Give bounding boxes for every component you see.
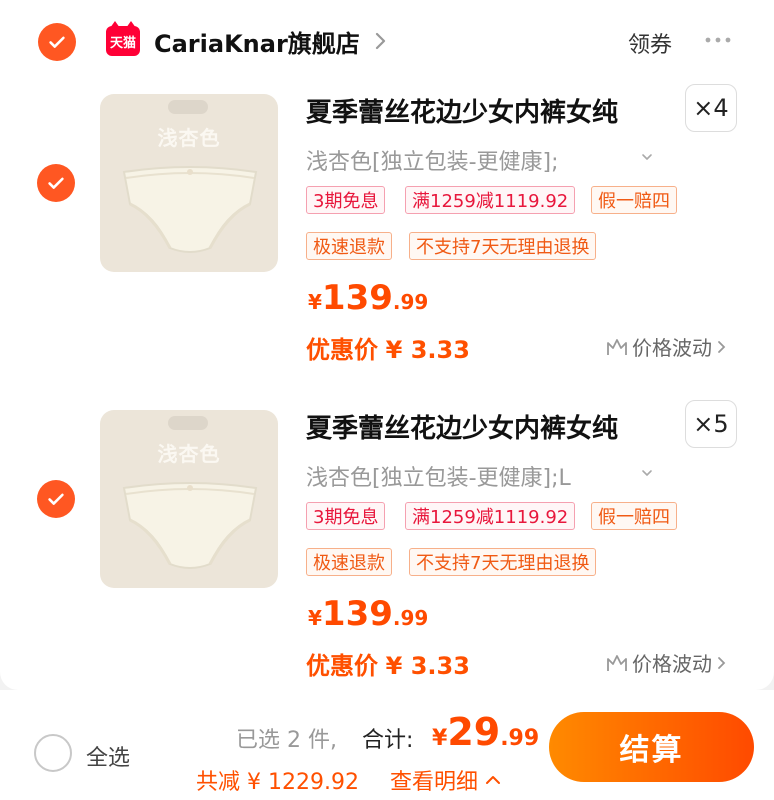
- tmall-logo: 天猫: [106, 21, 140, 56]
- product-image[interactable]: 浅杏色: [100, 410, 278, 588]
- price-trend-link[interactable]: 价格波动: [606, 332, 728, 361]
- view-details-link[interactable]: 查看明细: [390, 764, 502, 796]
- selected-count: 已选 2 件,: [236, 728, 337, 753]
- item-check-icon[interactable]: [37, 164, 75, 202]
- quantity-stepper[interactable]: ×4: [685, 84, 737, 132]
- price-trend-link[interactable]: 价格波动: [606, 648, 728, 677]
- checkout-bar: 全选 已选 2 件, 合计: ¥29.99 共减 ¥ 1229.92 查看明细 …: [0, 690, 774, 800]
- chevron-down-icon[interactable]: [640, 466, 654, 480]
- item-price: ¥139.99: [308, 594, 429, 634]
- thumb-color-label: 浅杏色: [157, 126, 221, 150]
- badge-fast-refund: 极速退款: [306, 548, 392, 576]
- product-image[interactable]: 浅杏色: [100, 94, 278, 272]
- underwear-illustration: [122, 482, 258, 569]
- total-discount: 共减 ¥ 1229.92: [196, 770, 359, 795]
- select-all-label[interactable]: 全选: [86, 740, 130, 772]
- product-title[interactable]: 夏季蕾丝花边少女内裤女纯: [306, 408, 666, 445]
- chevron-down-icon[interactable]: [640, 150, 654, 164]
- checkout-button[interactable]: 结算: [549, 712, 754, 782]
- chevron-right-icon: [718, 340, 726, 353]
- promo-price: 优惠价 ¥ 3.33: [306, 336, 470, 364]
- item-price: ¥139.99: [308, 278, 429, 318]
- total-label: 合计:: [362, 728, 414, 753]
- more-icon[interactable]: [705, 36, 731, 44]
- badge-discount: 满1259减1119.92: [405, 502, 576, 530]
- shop-chevron-icon[interactable]: [373, 30, 389, 52]
- item-check-icon[interactable]: [37, 480, 75, 518]
- badge-installment: 3期免息: [306, 502, 386, 530]
- badge-guarantee: 假一赔四: [591, 502, 677, 530]
- shop-check-icon[interactable]: [38, 23, 76, 61]
- shop-header: 天猫 CariaKnar旗舰店 领券: [0, 0, 774, 82]
- badge-no-return: 不支持7天无理由退换: [409, 232, 597, 260]
- price-trend-icon: [607, 338, 627, 355]
- total-price: ¥29.99: [432, 710, 540, 754]
- promo-price: 优惠价 ¥ 3.33: [306, 652, 470, 680]
- product-title[interactable]: 夏季蕾丝花边少女内裤女纯: [306, 92, 666, 129]
- quantity-stepper[interactable]: ×5: [685, 400, 737, 448]
- chevron-right-icon: [718, 656, 726, 669]
- thumb-tag: [168, 416, 208, 430]
- badge-discount: 满1259减1119.92: [405, 186, 576, 214]
- thumb-tag: [168, 100, 208, 114]
- cart-item: 浅杏色 夏季蕾丝花边少女内裤女纯 ×5 浅杏色[独立包装-更健康];L 3期免息…: [0, 398, 774, 716]
- cart-card: 天猫 CariaKnar旗舰店 领券 浅杏色 夏季蕾丝花边少女内裤女纯 ×4 浅…: [0, 0, 774, 690]
- select-all-checkbox[interactable]: [34, 734, 72, 772]
- badge-guarantee: 假一赔四: [591, 186, 677, 214]
- thumb-color-label: 浅杏色: [157, 442, 221, 466]
- badge-no-return: 不支持7天无理由退换: [409, 548, 597, 576]
- underwear-illustration: [122, 166, 258, 253]
- coupon-button[interactable]: 领券: [628, 27, 672, 59]
- badge-installment: 3期免息: [306, 186, 386, 214]
- sku-selector[interactable]: 浅杏色[独立包装-更健康];: [306, 144, 632, 176]
- badge-fast-refund: 极速退款: [306, 232, 392, 260]
- shop-name[interactable]: CariaKnar旗舰店: [154, 24, 360, 59]
- chevron-up-icon: [486, 776, 501, 784]
- cart-item: 浅杏色 夏季蕾丝花边少女内裤女纯 ×4 浅杏色[独立包装-更健康]; 3期免息 …: [0, 82, 774, 400]
- sku-selector[interactable]: 浅杏色[独立包装-更健康];L: [306, 460, 632, 492]
- price-trend-icon: [607, 654, 627, 671]
